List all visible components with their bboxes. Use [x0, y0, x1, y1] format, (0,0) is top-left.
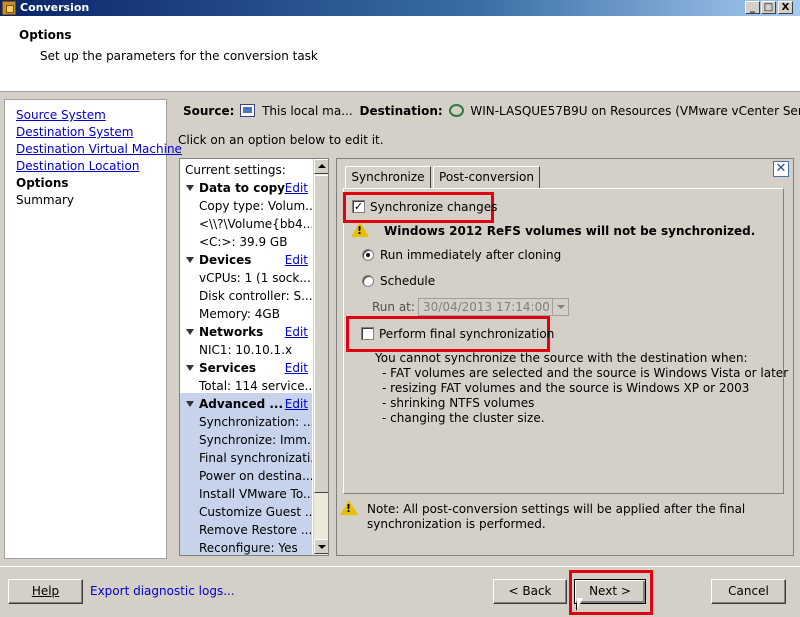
setting-item[interactable]: Install VMware To...	[180, 485, 312, 503]
tab-synchronize[interactable]: Synchronize	[345, 166, 431, 189]
setting-item[interactable]: Total: 114 service...	[180, 377, 312, 395]
setting-item[interactable]: NIC1: 10.10.1.x	[180, 341, 312, 359]
setting-item[interactable]: Customize Guest ...	[180, 503, 312, 521]
close-panel-icon[interactable]: ✕	[773, 161, 789, 177]
scroll-down-icon[interactable]	[314, 539, 328, 554]
close-window-button[interactable]: X	[778, 1, 793, 14]
mouse-cursor-icon	[576, 597, 584, 611]
edit-link[interactable]: Edit	[285, 323, 308, 341]
schedule-label[interactable]: Schedule	[380, 274, 435, 289]
setting-item[interactable]: Copy type: Volum...	[180, 197, 312, 215]
expand-triangle-icon	[186, 257, 194, 263]
run-at-label: Run at:	[372, 300, 415, 314]
wizard-steps: Source System Destination System Destina…	[4, 99, 182, 559]
section-services[interactable]: Services Edit	[180, 359, 312, 377]
settings-list[interactable]: Current settings: Data to copy Edit Copy…	[179, 158, 329, 556]
computer-icon	[240, 104, 256, 117]
page-subtitle: Set up the parameters for the conversion…	[40, 49, 318, 63]
sync-limitation-item: - shrinking NTFS volumes	[382, 396, 535, 410]
final-sync-checkbox[interactable]	[361, 327, 374, 340]
settings-scrollbar[interactable]	[313, 159, 328, 555]
destination-label: Destination:	[359, 104, 443, 118]
edit-link[interactable]: Edit	[285, 395, 308, 413]
nav-destination-location[interactable]: Destination Location	[16, 158, 139, 174]
tab-post-conversion[interactable]: Post-conversion	[433, 166, 540, 188]
minimize-button[interactable]: _	[745, 1, 760, 14]
sync-changes-checkbox[interactable]: ✓	[352, 200, 365, 213]
section-data-to-copy[interactable]: Data to copy Edit	[180, 179, 312, 197]
scroll-up-icon[interactable]	[314, 159, 328, 174]
nav-source-system[interactable]: Source System	[16, 107, 106, 123]
source-value: This local ma...	[262, 104, 353, 118]
note-text-line1: Note: All post-conversion settings will …	[367, 502, 746, 516]
note-warning-icon	[340, 500, 358, 515]
instruction-text: Click on an option below to edit it.	[178, 133, 384, 147]
expand-triangle-icon	[186, 365, 194, 371]
setting-item[interactable]: Memory: 4GB	[180, 305, 312, 323]
sync-changes-label[interactable]: Synchronize changes	[370, 200, 497, 215]
page-header: Options Set up the parameters for the co…	[0, 16, 800, 92]
sync-limitation-item: - resizing FAT volumes and the source is…	[382, 381, 750, 395]
setting-item[interactable]: <\\?\Volume{bb4...	[180, 215, 312, 233]
note-text-line2: synchronization is performed.	[367, 517, 546, 531]
expand-triangle-icon	[186, 401, 194, 407]
expand-triangle-icon	[186, 329, 194, 335]
expand-triangle-icon	[186, 185, 194, 191]
back-button[interactable]: < Back	[493, 579, 567, 604]
setting-item[interactable]: Final synchronizati...	[180, 449, 312, 467]
sync-limitation-item: - FAT volumes are selected and the sourc…	[382, 366, 789, 380]
warning-icon	[351, 222, 369, 237]
nav-options: Options	[16, 176, 69, 190]
app-icon	[2, 1, 16, 15]
setting-item[interactable]: Disk controller: S...	[180, 287, 312, 305]
title-bar: Conversion _ □ X	[0, 0, 800, 16]
setting-item[interactable]: Power on destina...	[180, 467, 312, 485]
source-label: Source:	[183, 104, 235, 118]
nav-destination-vm[interactable]: Destination Virtual Machine	[16, 141, 182, 157]
maximize-button[interactable]: □	[761, 1, 776, 14]
window-title: Conversion	[20, 1, 90, 14]
section-advanced[interactable]: Advanced ... Edit	[180, 395, 312, 413]
section-devices[interactable]: Devices Edit	[180, 251, 312, 269]
setting-item[interactable]: Reconfigure: Yes	[180, 539, 312, 555]
edit-link[interactable]: Edit	[285, 359, 308, 377]
setting-item[interactable]: Synchronize: Imm...	[180, 431, 312, 449]
destination-value: WIN-LASQUE57B9U on Resources (VMware vCe…	[470, 104, 800, 118]
page-title: Options	[19, 28, 72, 42]
setting-item[interactable]: <C:>: 39.9 GB	[180, 233, 312, 251]
schedule-radio[interactable]	[362, 275, 374, 287]
setting-item[interactable]: Synchronization: ...	[180, 413, 312, 431]
refs-warning-text: Windows 2012 ReFS volumes will not be sy…	[384, 224, 756, 238]
help-button[interactable]: Help	[8, 579, 83, 604]
setting-item[interactable]: Remove Restore ...	[180, 521, 312, 539]
run-immediately-label[interactable]: Run immediately after cloning	[380, 248, 561, 263]
final-sync-label[interactable]: Perform final synchronization	[379, 327, 554, 342]
nav-destination-system[interactable]: Destination System	[16, 124, 133, 140]
run-immediately-radio[interactable]	[362, 249, 374, 261]
section-networks[interactable]: Networks Edit	[180, 323, 312, 341]
setting-item[interactable]: vCPUs: 1 (1 sock...	[180, 269, 312, 287]
cancel-button[interactable]: Cancel	[711, 579, 786, 604]
scroll-thumb[interactable]	[314, 175, 328, 493]
sync-limitation-text: You cannot synchronize the source with t…	[375, 351, 748, 365]
edit-link[interactable]: Edit	[285, 251, 308, 269]
chevron-down-icon[interactable]	[552, 299, 568, 315]
edit-link[interactable]: Edit	[285, 179, 308, 197]
footer-divider	[0, 566, 800, 567]
vcenter-icon	[448, 104, 464, 117]
current-settings-label: Current settings:	[185, 163, 286, 177]
source-destination-row: Source: This local ma... Destination: WI…	[183, 104, 800, 119]
export-logs-link[interactable]: Export diagnostic logs...	[90, 584, 235, 599]
nav-summary: Summary	[16, 193, 74, 207]
run-at-datetime-field[interactable]: 30/04/2013 17:14:00	[418, 298, 569, 316]
sync-limitation-item: - changing the cluster size.	[382, 411, 545, 425]
